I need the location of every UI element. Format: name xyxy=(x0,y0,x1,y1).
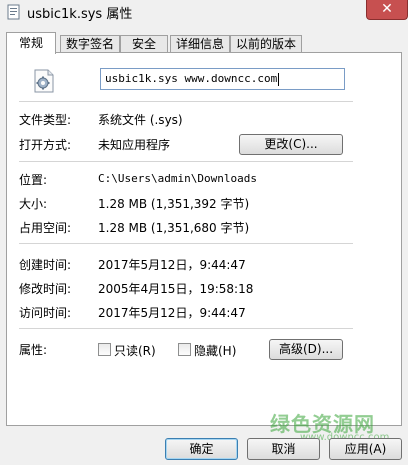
location-label: 位置: xyxy=(19,173,48,187)
tab-general[interactable]: 常规 xyxy=(6,32,56,54)
accessed-label: 访问时间: xyxy=(19,306,72,320)
hidden-checkbox[interactable] xyxy=(178,343,191,356)
separator xyxy=(19,328,353,329)
size-on-disk-label: 占用空间: xyxy=(19,221,72,235)
created-value: 2017年5月12日，9:44:47 xyxy=(98,258,246,272)
close-button[interactable]: ✕ xyxy=(366,0,408,20)
tab-digital-signatures[interactable]: 数字签名 xyxy=(60,35,120,53)
location-value: C:\Users\admin\Downloads xyxy=(98,172,257,185)
file-type-label: 文件类型: xyxy=(19,113,72,127)
modified-value: 2005年4月15日，19:58:18 xyxy=(98,282,254,296)
file-properties-icon xyxy=(7,4,20,20)
file-type-value: 系统文件 (.sys) xyxy=(98,113,183,127)
opens-with-value: 未知应用程序 xyxy=(98,138,171,152)
ok-button[interactable]: 确定 xyxy=(165,438,238,460)
separator xyxy=(19,161,353,162)
size-value: 1.28 MB (1,351,392 字节) xyxy=(98,197,250,211)
accessed-value: 2017年5月12日，9:44:47 xyxy=(98,306,246,320)
created-label: 创建时间: xyxy=(19,258,72,272)
size-on-disk-value: 1.28 MB (1,351,680 字节) xyxy=(98,221,250,235)
file-name-text: usbic1k.sys www.downcc.com xyxy=(105,72,278,85)
close-icon: ✕ xyxy=(381,1,393,17)
tab-previous-versions[interactable]: 以前的版本 xyxy=(230,35,302,53)
system-file-gear-icon xyxy=(34,69,54,93)
separator xyxy=(19,243,353,244)
text-caret xyxy=(278,72,280,86)
size-label: 大小: xyxy=(19,197,48,211)
hidden-label: 隐藏(H) xyxy=(194,344,237,358)
apply-button[interactable]: 应用(A) xyxy=(329,438,402,460)
change-button[interactable]: 更改(C)... xyxy=(239,134,343,155)
general-panel: usbic1k.sys www.downcc.com 文件类型: 系统文件 (.… xyxy=(6,52,402,426)
title-bar: usbic1k.sys 属性 ✕ xyxy=(0,0,408,24)
advanced-button[interactable]: 高级(D)... xyxy=(269,339,343,360)
attributes-label: 属性: xyxy=(19,343,48,357)
tab-details[interactable]: 详细信息 xyxy=(170,35,230,53)
cancel-button[interactable]: 取消 xyxy=(247,438,320,460)
readonly-label: 只读(R) xyxy=(114,344,156,358)
file-name-input[interactable]: usbic1k.sys www.downcc.com xyxy=(100,68,345,90)
modified-label: 修改时间: xyxy=(19,282,72,296)
tab-security[interactable]: 安全 xyxy=(120,35,168,53)
readonly-checkbox[interactable] xyxy=(98,343,111,356)
separator xyxy=(19,101,353,102)
opens-with-label: 打开方式: xyxy=(19,138,72,152)
window-title: usbic1k.sys 属性 xyxy=(27,7,133,22)
